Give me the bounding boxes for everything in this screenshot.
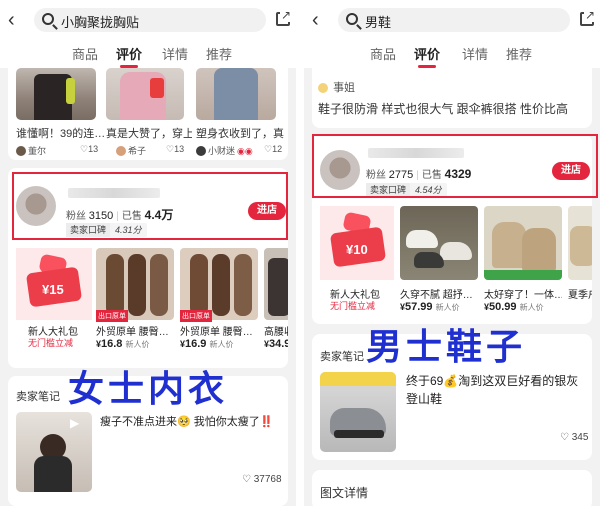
- reviewer: 事姐: [318, 79, 355, 95]
- product-title[interactable]: 外贸原单 腰臀…: [180, 323, 258, 338]
- search-icon: [346, 13, 358, 25]
- search-query: 小胸聚拢胸贴: [61, 15, 140, 30]
- product-price: ¥34.9: [264, 338, 288, 350]
- review-text: 谁懂啊！39的连…: [16, 128, 104, 140]
- gift-amount: ¥15: [42, 282, 64, 297]
- product-title[interactable]: 高腰收腹…: [264, 323, 288, 338]
- product-title[interactable]: 久穿不腻 超抒…: [400, 286, 478, 301]
- heart-icon: ♡: [242, 474, 251, 485]
- product-title[interactable]: 夏季户外: [568, 286, 592, 301]
- note-thumbnail[interactable]: [320, 372, 396, 452]
- avatar: [116, 146, 126, 156]
- shop-highlight-box: [12, 172, 288, 240]
- section-title: 图文详情: [320, 486, 369, 500]
- top-bar: ‹ 小胸聚拢胸贴 商品 评价 详情 推荐: [0, 0, 296, 68]
- note-video-thumbnail[interactable]: ▶: [16, 412, 92, 492]
- tab-bar: 商品 评价 详情 推荐: [0, 40, 296, 68]
- review-text[interactable]: 鞋子很防滑 样式也很大气 跟伞裤很搭 性价比高: [318, 100, 588, 117]
- back-chevron-icon[interactable]: ‹: [8, 9, 26, 31]
- review-photo[interactable]: [196, 68, 276, 120]
- tab-products[interactable]: 商品: [370, 44, 396, 63]
- play-icon: ▶: [70, 416, 80, 430]
- shop-highlight-box: [312, 134, 598, 198]
- product-image[interactable]: [264, 248, 288, 320]
- heart-icon: ♡: [166, 144, 175, 154]
- tab-details[interactable]: 详情: [462, 44, 488, 63]
- note-likes[interactable]: ♡ 345: [560, 432, 588, 443]
- section-title: 卖家笔记: [16, 391, 60, 403]
- heart-icon: ♡: [560, 432, 569, 443]
- gift-pack-image[interactable]: ¥10: [320, 206, 394, 280]
- tab-recommend[interactable]: 推荐: [506, 44, 532, 63]
- review-text: 真是大赞了，穿上…: [106, 128, 192, 140]
- product-subtitle: 无门槛立减: [28, 338, 74, 348]
- product-image[interactable]: [484, 206, 562, 280]
- review-card: 事姐 鞋子很防滑 样式也很大气 跟伞裤很搭 性价比高: [312, 68, 592, 128]
- share-icon[interactable]: [580, 8, 597, 26]
- note-text[interactable]: 瘦子不准点进来🥺 我怕你太瘦了‼️: [100, 414, 286, 430]
- review-meta: 希子: [116, 144, 146, 157]
- product-title[interactable]: 外贸原单 腰臀…: [96, 323, 174, 338]
- product-price: ¥16.9 新人价: [180, 338, 234, 350]
- avatar: [196, 146, 206, 156]
- reviews-card: 谁懂啊！39的连… 真是大赞了，穿上… 塑身衣收到了，真… 董尔 ♡13 希子 …: [8, 68, 288, 160]
- product-subtitle: 无门槛立减: [330, 301, 376, 311]
- avatar: [318, 83, 328, 93]
- review-photo[interactable]: [16, 68, 96, 120]
- tab-reviews[interactable]: 评价: [414, 44, 440, 68]
- review-meta: 小财迷 ◉◉: [196, 144, 253, 157]
- search-input[interactable]: 男鞋: [338, 8, 570, 32]
- product-price: ¥16.8 新人价: [96, 338, 150, 350]
- product-image[interactable]: [400, 206, 478, 280]
- product-tag: 出口原单: [96, 310, 128, 322]
- tab-details[interactable]: 详情: [162, 44, 188, 63]
- tab-reviews[interactable]: 评价: [116, 44, 142, 68]
- top-bar: ‹ 男鞋 商品 评价 详情 推荐: [304, 0, 600, 68]
- product-tag: 出口原单: [180, 310, 212, 322]
- note-text[interactable]: 终于69💰淘到这双巨好看的银灰登山鞋: [406, 372, 586, 408]
- product-price: ¥50.99 新人价: [484, 301, 544, 313]
- review-meta: 董尔: [16, 144, 46, 157]
- search-query: 男鞋: [365, 15, 392, 30]
- right-phone-screen: ‹ 男鞋 商品 评价 详情 推荐 事姐 鞋子很防滑 样式也很大气 跟伞裤很搭 性…: [304, 0, 600, 506]
- search-icon: [42, 13, 54, 25]
- detail-card: 图文详情: [312, 470, 592, 506]
- review-likes[interactable]: ♡13: [166, 144, 184, 155]
- overlay-label: 女士内衣: [68, 369, 229, 410]
- product-price: ¥57.99 新人价: [400, 301, 460, 313]
- overlay-label: 男士鞋子: [366, 327, 527, 368]
- heart-icon: ♡: [264, 144, 273, 154]
- heart-icon: ♡: [80, 144, 89, 154]
- product-title[interactable]: 太好穿了！一体…: [484, 286, 562, 301]
- review-photo[interactable]: [106, 68, 184, 120]
- avatar: [16, 146, 26, 156]
- gift-amount: ¥10: [346, 242, 368, 257]
- product-image[interactable]: [568, 206, 592, 280]
- review-likes[interactable]: ♡13: [80, 144, 98, 155]
- share-icon[interactable]: [276, 8, 293, 26]
- left-phone-screen: ‹ 小胸聚拢胸贴 商品 评价 详情 推荐 谁懂啊！39的连… 真是大赞了，穿上……: [0, 0, 296, 506]
- note-likes[interactable]: ♡ 37768: [242, 474, 282, 485]
- gift-pack-image[interactable]: ¥15: [16, 248, 92, 320]
- review-likes[interactable]: ♡12: [264, 144, 282, 155]
- tab-bar: 商品 评价 详情 推荐: [304, 40, 600, 68]
- tab-recommend[interactable]: 推荐: [206, 44, 232, 63]
- back-chevron-icon[interactable]: ‹: [312, 9, 330, 31]
- search-input[interactable]: 小胸聚拢胸贴: [34, 8, 266, 32]
- tab-products[interactable]: 商品: [72, 44, 98, 63]
- review-text: 塑身衣收到了，真…: [196, 128, 284, 140]
- badge-icon: ◉◉: [237, 146, 253, 156]
- section-title: 卖家笔记: [320, 351, 364, 363]
